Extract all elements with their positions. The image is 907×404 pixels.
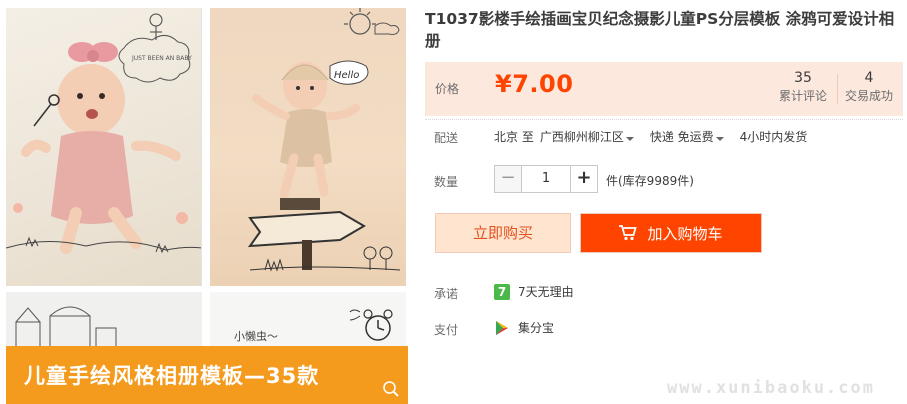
deals-label: 交易成功 [844, 89, 893, 103]
quantity-input[interactable]: 1 [522, 165, 570, 193]
reviews-label: 累计评论 [778, 89, 827, 103]
gallery-photo-1[interactable]: JUST BEEN AN BABY [6, 8, 202, 286]
quantity-stepper: − 1 + [494, 165, 598, 193]
shipping-label: 配送 [434, 131, 459, 145]
promise-row[interactable]: 7 7天无理由 [494, 283, 574, 300]
stock-text: 件(库存9989件) [606, 174, 694, 188]
promise-label: 承诺 [434, 287, 459, 301]
baby-sign-illustration: Hello [247, 8, 401, 272]
watermark: www.xunibaoku.com [667, 378, 875, 398]
add-to-cart-button[interactable]: 加入购物车 [580, 213, 762, 253]
product-gallery: JUST BEEN AN BABY Hello 小懒虫～ 儿童手绘风格相册模板—… [0, 0, 412, 404]
reviews-count: 35 [794, 70, 812, 86]
buy-now-button[interactable]: 立即购买 [435, 213, 571, 253]
chevron-down-icon [625, 137, 634, 141]
baby-photo-illustration: JUST BEEN AN BABY [6, 13, 201, 254]
svg-text:小懒虫～: 小懒虫～ [234, 329, 278, 343]
price-panel: 价格 ¥7.00 35 累计评论 4 交易成功 [425, 62, 903, 116]
ship-to-select[interactable]: 广西柳州柳江区 [540, 128, 644, 145]
svg-text:JUST BEEN AN BABY: JUST BEEN AN BABY [131, 55, 192, 62]
banner-text: 儿童手绘风格相册模板—35款 [24, 364, 320, 388]
reviews-stat[interactable]: 35 累计评论 [771, 69, 835, 105]
quantity-label: 数量 [434, 175, 459, 189]
payment-row[interactable]: 集分宝 [494, 319, 554, 336]
cart-icon [619, 225, 638, 241]
deals-count: 4 [864, 70, 874, 86]
clock-doodle: 小懒虫～ [234, 309, 393, 343]
ship-method-select[interactable]: 快递 免运费 [650, 128, 734, 145]
ship-to: 广西柳州柳江区 [539, 130, 624, 144]
seven-day-icon: 7 [494, 283, 510, 300]
gallery-photo-2[interactable]: Hello [210, 8, 406, 286]
ship-from: 北京 至 [494, 130, 534, 144]
shipping-row: 北京 至 广西柳州柳江区 快递 免运费 4小时内发货 [494, 128, 813, 145]
ship-time: 4小时内发货 [739, 130, 808, 144]
chevron-down-icon [715, 137, 724, 141]
deals-stat[interactable]: 4 交易成功 [837, 69, 901, 105]
castle-sketch [15, 306, 117, 353]
ship-method: 快递 免运费 [649, 130, 714, 144]
payment-text: 集分宝 [518, 321, 555, 335]
price-value: ¥7.00 [495, 70, 574, 98]
jifenbao-icon [496, 320, 508, 335]
svg-text:Hello: Hello [334, 70, 359, 81]
add-to-cart-label: 加入购物车 [647, 224, 723, 243]
gallery-banner: 儿童手绘风格相册模板—35款 [6, 346, 408, 404]
product-title: T1037影楼手绘插画宝贝纪念摄影儿童PS分层模板 涂鸦可爱设计相册 [425, 10, 895, 50]
promise-text: 7天无理由 [518, 285, 574, 299]
divider [425, 119, 903, 120]
zoom-icon[interactable] [382, 380, 400, 398]
increment-button[interactable]: + [570, 165, 598, 193]
price-label: 价格 [435, 82, 460, 96]
decrement-button[interactable]: − [494, 165, 522, 193]
payment-label: 支付 [434, 323, 459, 337]
